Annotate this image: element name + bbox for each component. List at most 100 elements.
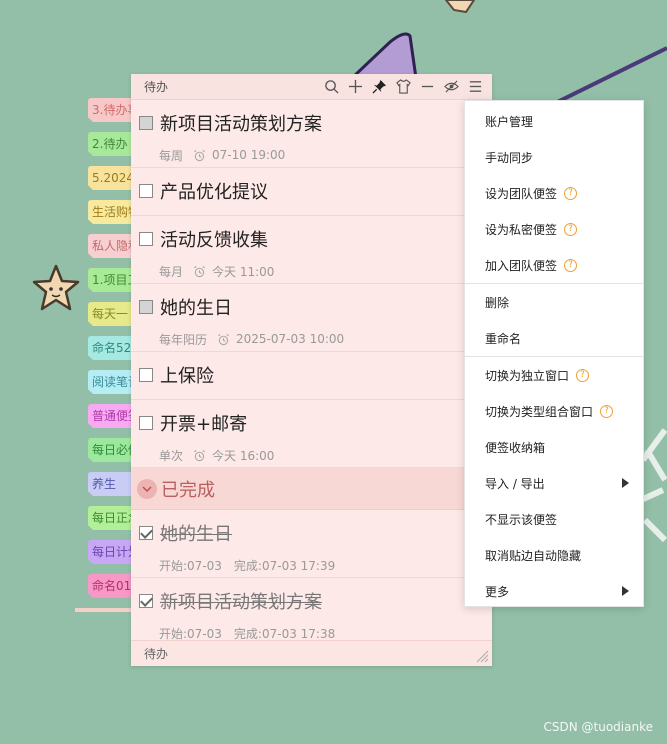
completed-section-header[interactable]: 已完成 xyxy=(131,468,492,510)
help-icon[interactable]: ? xyxy=(576,368,590,382)
menu-item-label: 账户管理 xyxy=(485,114,534,129)
todo-item-reminder: 单次 今天 16:00 xyxy=(159,446,492,464)
todo-item-row: 开票+邮寄 xyxy=(139,410,492,436)
todo-item-row: 新项目活动策划方案 xyxy=(139,110,492,136)
alarm-clock-icon xyxy=(194,449,205,461)
help-icon[interactable]: ? xyxy=(564,258,578,272)
menu-icon[interactable] xyxy=(467,78,484,95)
todo-item-reminder: 每年阳历 2025-07-03 10:00 xyxy=(159,330,492,348)
menu-item-label: 删除 xyxy=(485,295,510,310)
menu-item[interactable]: 切换为类型组合窗口? xyxy=(465,393,643,429)
todo-item[interactable]: 新项目活动策划方案每周 07-10 19:00 xyxy=(131,100,492,168)
completed-item-text: 新项目活动策划方案 xyxy=(160,592,322,613)
todo-note-window: 待办 新项目活动策划方案 每周 07-10 19:00 产品优化提议 活动反馈收… xyxy=(131,74,492,666)
minimize-icon[interactable] xyxy=(419,78,436,95)
resize-grip-icon[interactable] xyxy=(475,649,489,663)
completed-item[interactable]: 新项目活动策划方案开始:07-03 完成:07-03 17:38 xyxy=(131,578,492,646)
start-time: 开始:07-03 xyxy=(159,626,222,641)
menu-item[interactable]: 更多 xyxy=(465,573,643,609)
menu-item[interactable]: 加入团队便签? xyxy=(465,247,643,283)
todo-item[interactable]: 开票+邮寄单次 今天 16:00 xyxy=(131,400,492,468)
todo-checkbox[interactable] xyxy=(139,416,153,430)
start-time: 开始:07-03 xyxy=(159,558,222,573)
todo-item-text: 开票+邮寄 xyxy=(160,414,248,435)
context-menu: 账户管理 手动同步 设为团队便签? 设为私密便签? 加入团队便签? 删除 重命名 切换为独立窗… xyxy=(464,100,644,607)
menu-item-label: 手动同步 xyxy=(485,150,534,165)
menu-item[interactable]: 设为私密便签? xyxy=(465,211,643,247)
menu-item[interactable]: 导入 / 导出 xyxy=(465,465,643,501)
menu-item[interactable]: 取消贴边自动隐藏 xyxy=(465,537,643,573)
todo-item-reminder: 每周 07-10 19:00 xyxy=(159,146,492,164)
todo-item-row: 产品优化提议 xyxy=(139,178,492,204)
menu-item-label: 设为团队便签 xyxy=(485,186,558,201)
alarm-clock-icon xyxy=(194,149,205,161)
reminder-time: 07-10 19:00 xyxy=(212,148,286,162)
add-icon[interactable] xyxy=(347,78,364,95)
menu-item-label: 切换为独立窗口 xyxy=(485,368,570,383)
note-title: 待办 xyxy=(144,80,169,94)
menu-item[interactable]: 账户管理 xyxy=(465,103,643,139)
todo-item-row: 她的生日 xyxy=(139,294,492,320)
menu-item[interactable]: 切换为独立窗口? xyxy=(465,357,643,393)
menu-item[interactable]: 便签收纳箱 xyxy=(465,429,643,465)
menu-item-label: 取消贴边自动隐藏 xyxy=(485,548,582,563)
menu-item-label: 更多 xyxy=(485,584,510,599)
footer-label: 待办 xyxy=(144,647,169,661)
tab-underline xyxy=(75,608,135,612)
completed-item-row: 新项目活动策划方案 xyxy=(139,588,492,614)
menu-item-label: 导入 / 导出 xyxy=(485,476,545,491)
todo-item-text: 活动反馈收集 xyxy=(160,230,268,251)
help-icon[interactable]: ? xyxy=(564,186,578,200)
menu-item-label: 设为私密便签 xyxy=(485,222,558,237)
todo-item[interactable]: 活动反馈收集每月 今天 11:00 xyxy=(131,216,492,284)
completed-item-row: 她的生日 xyxy=(139,520,492,546)
todo-item-text: 她的生日 xyxy=(160,298,232,319)
todo-checkbox[interactable] xyxy=(139,184,153,198)
todo-checkbox[interactable] xyxy=(139,116,153,130)
todo-checkbox[interactable] xyxy=(139,232,153,246)
reminder-time: 今天 16:00 xyxy=(212,448,275,463)
alarm-clock-icon xyxy=(194,265,205,277)
submenu-arrow-icon xyxy=(622,586,629,596)
completed-checkbox[interactable] xyxy=(139,594,153,608)
alarm-clock-icon xyxy=(218,333,229,345)
help-icon[interactable]: ? xyxy=(600,404,614,418)
completed-item[interactable]: 她的生日开始:07-03 完成:07-03 17:39 xyxy=(131,510,492,578)
menu-item[interactable]: 重命名 xyxy=(465,320,643,356)
finish-time: 完成:07-03 17:39 xyxy=(233,558,336,573)
repeat-label: 每年阳历 xyxy=(159,332,208,347)
todo-item-reminder: 每月 今天 11:00 xyxy=(159,262,492,280)
completed-checkbox[interactable] xyxy=(139,526,153,540)
todo-checkbox[interactable] xyxy=(139,300,153,314)
menu-item-label: 重命名 xyxy=(485,331,522,346)
todo-item[interactable]: 上保险 xyxy=(131,352,492,400)
completed-item-times: 开始:07-03 完成:07-03 17:39 xyxy=(159,556,492,574)
menu-item[interactable]: 手动同步 xyxy=(465,139,643,175)
repeat-label: 单次 xyxy=(159,448,184,463)
submenu-arrow-icon xyxy=(622,478,629,488)
watermark: CSDN @tuodianke xyxy=(543,720,654,734)
star-face-illustration xyxy=(32,264,80,311)
todo-item-row: 活动反馈收集 xyxy=(139,226,492,252)
search-icon[interactable] xyxy=(323,78,340,95)
collapse-chevron-icon[interactable] xyxy=(137,478,157,499)
todo-checkbox[interactable] xyxy=(139,368,153,382)
menu-item[interactable]: 不显示该便签 xyxy=(465,501,643,537)
note-footer: 待办 xyxy=(131,640,492,666)
shirt-icon[interactable] xyxy=(395,78,412,95)
menu-item[interactable]: 设为团队便签? xyxy=(465,175,643,211)
todo-item[interactable]: 她的生日每年阳历 2025-07-03 10:00 xyxy=(131,284,492,352)
todo-item-text: 产品优化提议 xyxy=(160,182,268,203)
hide-eye-icon[interactable] xyxy=(443,78,460,95)
pin-icon[interactable] xyxy=(371,78,388,95)
completed-label: 已完成 xyxy=(161,479,215,501)
menu-item-label: 不显示该便签 xyxy=(485,512,558,527)
finish-time: 完成:07-03 17:38 xyxy=(233,626,336,641)
repeat-label: 每周 xyxy=(159,148,184,163)
help-icon[interactable]: ? xyxy=(564,222,578,236)
menu-item[interactable]: 删除 xyxy=(465,284,643,320)
menu-item-label: 切换为类型组合窗口 xyxy=(485,404,594,419)
todo-item[interactable]: 产品优化提议 xyxy=(131,168,492,216)
completed-item-text: 她的生日 xyxy=(160,524,232,545)
todo-item-text: 新项目活动策划方案 xyxy=(160,114,322,135)
